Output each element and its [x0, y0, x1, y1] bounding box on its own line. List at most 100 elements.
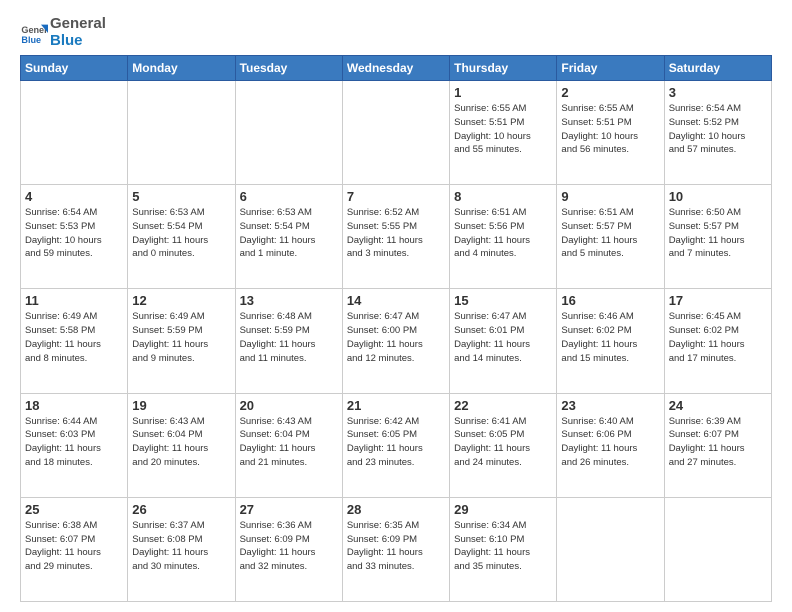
calendar-header-row: SundayMondayTuesdayWednesdayThursdayFrid…: [21, 56, 772, 81]
calendar-cell: [21, 81, 128, 185]
day-number: 29: [454, 502, 552, 517]
calendar-cell: 6 Sunrise: 6:53 AM Sunset: 5:54 PM Daylig…: [235, 185, 342, 289]
day-number: 25: [25, 502, 123, 517]
calendar-cell: 27 Sunrise: 6:36 AM Sunset: 6:09 PM Dayli…: [235, 497, 342, 601]
calendar-cell: 19Sunrise: 6:43 AM Sunset: 6:04 PM Dayli…: [128, 393, 235, 497]
day-detail: Sunrise: 6:43 AM Sunset: 6:04 PM Dayligh…: [240, 415, 338, 470]
calendar-table: SundayMondayTuesdayWednesdayThursdayFrid…: [20, 55, 772, 602]
day-number: 22: [454, 398, 552, 413]
calendar-cell: 16Sunrise: 6:46 AM Sunset: 6:02 PM Dayli…: [557, 289, 664, 393]
calendar-cell: 14Sunrise: 6:47 AM Sunset: 6:00 PM Dayli…: [342, 289, 449, 393]
day-number: 3: [669, 85, 767, 100]
day-detail: Sunrise: 6:36 AM Sunset: 6:09 PM Dayligh…: [240, 519, 338, 574]
calendar-week-0: 1 Sunrise: 6:55 AM Sunset: 5:51 PM Daylig…: [21, 81, 772, 185]
day-detail: Sunrise: 6:48 AM Sunset: 5:59 PM Dayligh…: [240, 310, 338, 365]
calendar-cell: 17 Sunrise: 6:45 AM Sunset: 6:02 PM Dayli…: [664, 289, 771, 393]
day-number: 18: [25, 398, 123, 413]
calendar-week-1: 4 Sunrise: 6:54 AM Sunset: 5:53 PM Daylig…: [21, 185, 772, 289]
day-detail: Sunrise: 6:45 AM Sunset: 6:02 PM Dayligh…: [669, 310, 767, 365]
calendar-cell: 12Sunrise: 6:49 AM Sunset: 5:59 PM Dayli…: [128, 289, 235, 393]
day-detail: Sunrise: 6:55 AM Sunset: 5:51 PM Dayligh…: [561, 102, 659, 157]
calendar-cell: 20 Sunrise: 6:43 AM Sunset: 6:04 PM Dayli…: [235, 393, 342, 497]
day-detail: Sunrise: 6:41 AM Sunset: 6:05 PM Dayligh…: [454, 415, 552, 470]
calendar-cell: 25 Sunrise: 6:38 AM Sunset: 6:07 PM Dayli…: [21, 497, 128, 601]
calendar-cell: [128, 81, 235, 185]
day-detail: Sunrise: 6:39 AM Sunset: 6:07 PM Dayligh…: [669, 415, 767, 470]
calendar-cell: 22 Sunrise: 6:41 AM Sunset: 6:05 PM Dayli…: [450, 393, 557, 497]
calendar-cell: 18 Sunrise: 6:44 AM Sunset: 6:03 PM Dayli…: [21, 393, 128, 497]
day-detail: Sunrise: 6:49 AM Sunset: 5:59 PM Dayligh…: [132, 310, 230, 365]
day-number: 26: [132, 502, 230, 517]
day-number: 27: [240, 502, 338, 517]
logo: General Blue General Blue: [20, 16, 106, 49]
calendar-cell: [235, 81, 342, 185]
page-header: General Blue General Blue: [20, 16, 772, 49]
calendar-cell: 7 Sunrise: 6:52 AM Sunset: 5:55 PM Daylig…: [342, 185, 449, 289]
day-header-sunday: Sunday: [21, 56, 128, 81]
day-detail: Sunrise: 6:47 AM Sunset: 6:01 PM Dayligh…: [454, 310, 552, 365]
day-detail: Sunrise: 6:35 AM Sunset: 6:09 PM Dayligh…: [347, 519, 445, 574]
day-number: 9: [561, 189, 659, 204]
day-detail: Sunrise: 6:54 AM Sunset: 5:52 PM Dayligh…: [669, 102, 767, 157]
day-number: 2: [561, 85, 659, 100]
day-number: 6: [240, 189, 338, 204]
day-number: 20: [240, 398, 338, 413]
day-detail: Sunrise: 6:52 AM Sunset: 5:55 PM Dayligh…: [347, 206, 445, 261]
calendar-cell: 1 Sunrise: 6:55 AM Sunset: 5:51 PM Daylig…: [450, 81, 557, 185]
day-number: 28: [347, 502, 445, 517]
calendar-cell: 10Sunrise: 6:50 AM Sunset: 5:57 PM Dayli…: [664, 185, 771, 289]
day-detail: Sunrise: 6:42 AM Sunset: 6:05 PM Dayligh…: [347, 415, 445, 470]
day-header-tuesday: Tuesday: [235, 56, 342, 81]
calendar-cell: 29 Sunrise: 6:34 AM Sunset: 6:10 PM Dayli…: [450, 497, 557, 601]
day-detail: Sunrise: 6:49 AM Sunset: 5:58 PM Dayligh…: [25, 310, 123, 365]
day-number: 7: [347, 189, 445, 204]
calendar-week-3: 18 Sunrise: 6:44 AM Sunset: 6:03 PM Dayli…: [21, 393, 772, 497]
day-detail: Sunrise: 6:51 AM Sunset: 5:57 PM Dayligh…: [561, 206, 659, 261]
day-detail: Sunrise: 6:43 AM Sunset: 6:04 PM Dayligh…: [132, 415, 230, 470]
svg-text:Blue: Blue: [21, 34, 41, 44]
day-number: 11: [25, 293, 123, 308]
day-detail: Sunrise: 6:54 AM Sunset: 5:53 PM Dayligh…: [25, 206, 123, 261]
day-header-saturday: Saturday: [664, 56, 771, 81]
calendar-cell: 13 Sunrise: 6:48 AM Sunset: 5:59 PM Dayli…: [235, 289, 342, 393]
day-number: 1: [454, 85, 552, 100]
day-number: 8: [454, 189, 552, 204]
day-detail: Sunrise: 6:44 AM Sunset: 6:03 PM Dayligh…: [25, 415, 123, 470]
calendar-cell: [557, 497, 664, 601]
day-detail: Sunrise: 6:53 AM Sunset: 5:54 PM Dayligh…: [132, 206, 230, 261]
calendar-cell: 28 Sunrise: 6:35 AM Sunset: 6:09 PM Dayli…: [342, 497, 449, 601]
day-detail: Sunrise: 6:55 AM Sunset: 5:51 PM Dayligh…: [454, 102, 552, 157]
day-header-thursday: Thursday: [450, 56, 557, 81]
calendar-cell: 21 Sunrise: 6:42 AM Sunset: 6:05 PM Dayli…: [342, 393, 449, 497]
day-detail: Sunrise: 6:40 AM Sunset: 6:06 PM Dayligh…: [561, 415, 659, 470]
calendar-week-4: 25 Sunrise: 6:38 AM Sunset: 6:07 PM Dayli…: [21, 497, 772, 601]
calendar-cell: 5Sunrise: 6:53 AM Sunset: 5:54 PM Daylig…: [128, 185, 235, 289]
day-number: 21: [347, 398, 445, 413]
day-detail: Sunrise: 6:34 AM Sunset: 6:10 PM Dayligh…: [454, 519, 552, 574]
day-number: 4: [25, 189, 123, 204]
day-header-friday: Friday: [557, 56, 664, 81]
day-detail: Sunrise: 6:50 AM Sunset: 5:57 PM Dayligh…: [669, 206, 767, 261]
calendar-week-2: 11 Sunrise: 6:49 AM Sunset: 5:58 PM Dayli…: [21, 289, 772, 393]
day-detail: Sunrise: 6:47 AM Sunset: 6:00 PM Dayligh…: [347, 310, 445, 365]
day-detail: Sunrise: 6:37 AM Sunset: 6:08 PM Dayligh…: [132, 519, 230, 574]
day-number: 24: [669, 398, 767, 413]
calendar-cell: 15 Sunrise: 6:47 AM Sunset: 6:01 PM Dayli…: [450, 289, 557, 393]
calendar-cell: 4 Sunrise: 6:54 AM Sunset: 5:53 PM Daylig…: [21, 185, 128, 289]
calendar-cell: 8 Sunrise: 6:51 AM Sunset: 5:56 PM Daylig…: [450, 185, 557, 289]
day-detail: Sunrise: 6:53 AM Sunset: 5:54 PM Dayligh…: [240, 206, 338, 261]
day-header-monday: Monday: [128, 56, 235, 81]
day-number: 23: [561, 398, 659, 413]
day-detail: Sunrise: 6:38 AM Sunset: 6:07 PM Dayligh…: [25, 519, 123, 574]
calendar-cell: 26 Sunrise: 6:37 AM Sunset: 6:08 PM Dayli…: [128, 497, 235, 601]
calendar-cell: 23 Sunrise: 6:40 AM Sunset: 6:06 PM Dayli…: [557, 393, 664, 497]
calendar-cell: [664, 497, 771, 601]
day-detail: Sunrise: 6:51 AM Sunset: 5:56 PM Dayligh…: [454, 206, 552, 261]
logo-general: General: [50, 15, 106, 32]
day-number: 13: [240, 293, 338, 308]
day-number: 15: [454, 293, 552, 308]
calendar-cell: 11 Sunrise: 6:49 AM Sunset: 5:58 PM Dayli…: [21, 289, 128, 393]
day-detail: Sunrise: 6:46 AM Sunset: 6:02 PM Dayligh…: [561, 310, 659, 365]
calendar-cell: [342, 81, 449, 185]
day-number: 17: [669, 293, 767, 308]
